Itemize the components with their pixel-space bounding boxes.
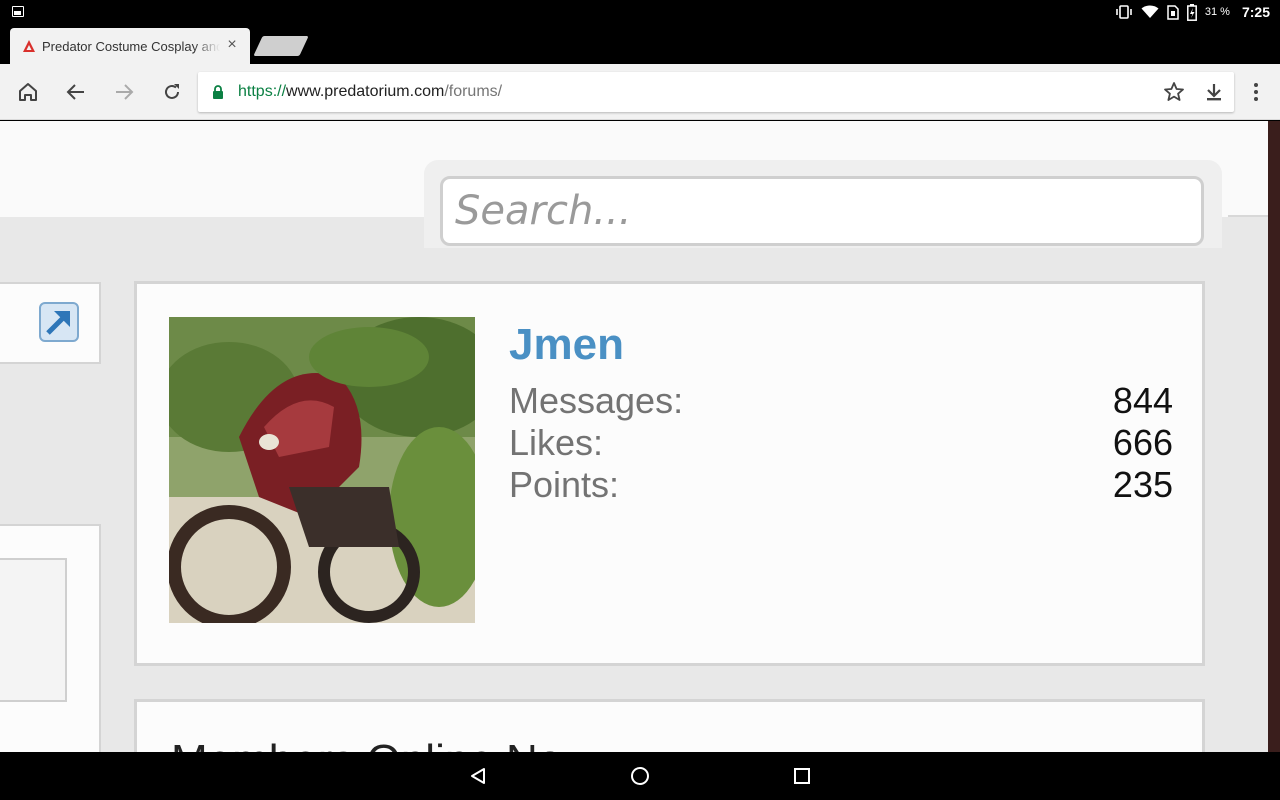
battery-charging-icon xyxy=(1186,3,1197,21)
external-link-icon[interactable] xyxy=(38,301,80,343)
nav-home-icon xyxy=(631,767,649,785)
home-icon xyxy=(19,83,37,101)
gallery-notification-icon xyxy=(12,6,24,17)
stat-value: 235 xyxy=(1112,464,1173,505)
stat-label: Points: xyxy=(509,464,620,505)
stat-value: 844 xyxy=(1112,380,1173,421)
vibrate-icon xyxy=(1116,5,1132,19)
stat-label: Messages: xyxy=(509,380,684,421)
forward-button[interactable] xyxy=(110,78,138,106)
system-navigation-bar xyxy=(0,752,1280,800)
url-host: www.predatorium.com xyxy=(286,83,445,100)
bookmark-star-icon[interactable] xyxy=(1162,80,1186,104)
download-icon[interactable] xyxy=(1202,80,1226,104)
home-button[interactable] xyxy=(14,78,42,106)
wifi-icon xyxy=(1141,5,1159,18)
address-bar[interactable]: https://www.predatorium.com/forums/ xyxy=(198,72,1234,112)
sidebar-box xyxy=(0,282,101,364)
status-bar: 31 % 7:25 xyxy=(0,0,1280,24)
profile-username[interactable]: Jmen xyxy=(509,320,624,370)
web-page: Jmen Messages: 844 Likes: 666 Points: 23… xyxy=(0,121,1280,752)
profile-card: Jmen Messages: 844 Likes: 666 Points: 23… xyxy=(134,281,1205,666)
stat-value: 666 xyxy=(1112,422,1173,463)
sidebar-inner-box xyxy=(0,558,67,702)
close-tab-icon[interactable]: × xyxy=(224,37,240,53)
stat-label: Likes: xyxy=(509,422,604,463)
browser-tab[interactable]: Predator Costume Cosplay and × xyxy=(10,28,250,64)
user-avatar[interactable] xyxy=(169,317,475,623)
status-icons: 31 % 7:25 xyxy=(1115,0,1270,24)
predatorium-favicon-icon xyxy=(23,40,35,52)
battery-percent: 31 % xyxy=(1204,6,1230,18)
sim-icon xyxy=(1167,4,1179,20)
back-button[interactable] xyxy=(62,78,90,106)
url-path: /forums/ xyxy=(444,83,503,100)
stat-row-messages: Messages: 844 xyxy=(509,380,1173,422)
forward-arrow-icon xyxy=(116,84,134,100)
nav-recents-icon xyxy=(794,768,810,784)
clock: 7:25 xyxy=(1241,4,1270,20)
nav-back-button[interactable] xyxy=(466,764,490,788)
url-scheme: https:// xyxy=(238,83,287,100)
tab-strip: Predator Costume Cosplay and × xyxy=(0,24,1280,64)
url-text: https://www.predatorium.com/forums/ xyxy=(238,83,502,101)
nav-recents-button[interactable] xyxy=(790,764,814,788)
new-tab-button[interactable] xyxy=(253,36,309,56)
reload-icon xyxy=(165,84,179,99)
nav-home-button[interactable] xyxy=(628,764,652,788)
stat-row-likes: Likes: 666 xyxy=(509,422,1173,464)
tab-title: Predator Costume Cosplay and xyxy=(42,38,220,54)
page-edge-strip xyxy=(1268,121,1280,752)
profile-stats: Messages: 844 Likes: 666 Points: 235 xyxy=(509,380,1173,506)
browser-toolbar: https://www.predatorium.com/forums/ xyxy=(0,64,1280,120)
nav-back-icon xyxy=(471,768,485,784)
back-arrow-icon xyxy=(66,84,84,100)
reload-button[interactable] xyxy=(158,78,186,106)
search-input[interactable] xyxy=(440,176,1204,246)
lock-icon xyxy=(213,85,223,99)
members-online-title: Members Online Now xyxy=(171,736,594,752)
members-online-card: Members Online Now xyxy=(134,699,1205,752)
more-vert-icon xyxy=(1254,83,1258,101)
avatar-motorcycle-photo xyxy=(169,317,475,623)
search-container xyxy=(424,160,1222,248)
overflow-menu-button[interactable] xyxy=(1244,78,1268,106)
stat-row-points: Points: 235 xyxy=(509,464,1173,506)
